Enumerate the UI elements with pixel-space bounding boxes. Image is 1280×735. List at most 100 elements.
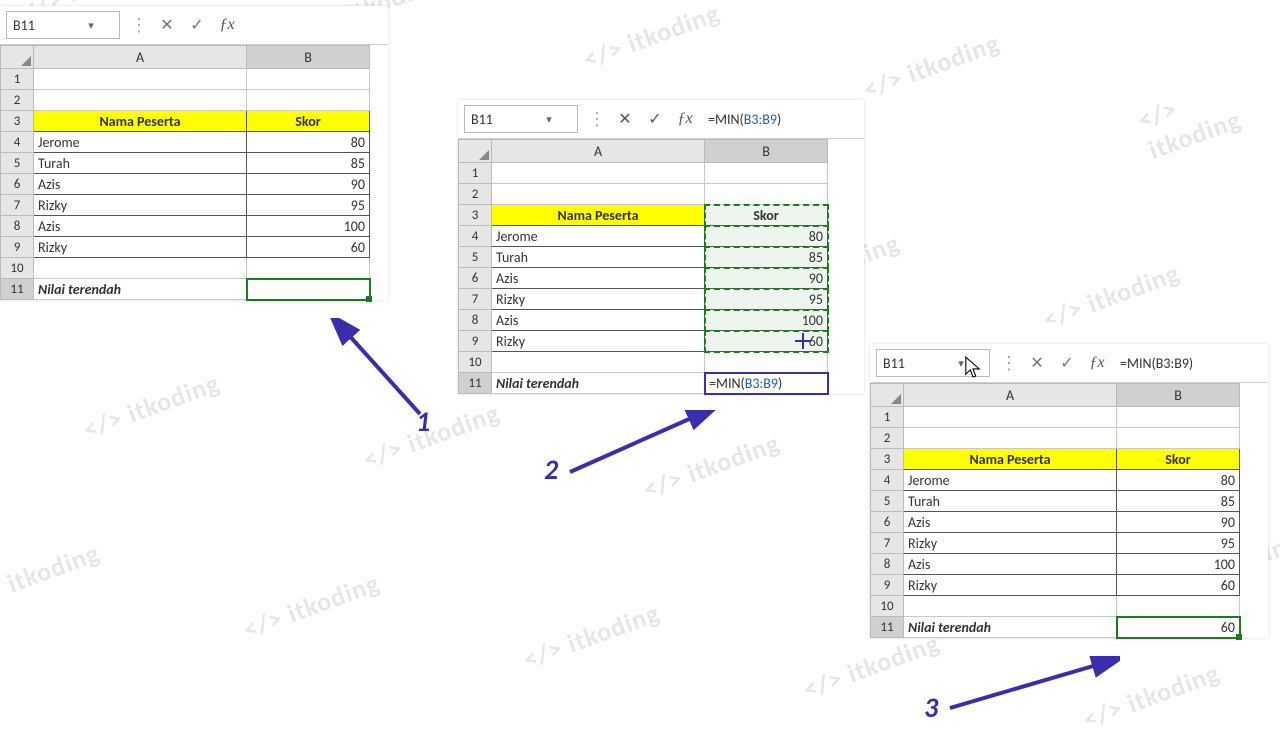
cell[interactable] <box>247 90 370 111</box>
result-label-cell[interactable]: Nilai terendah <box>904 617 1117 638</box>
cell[interactable]: Azis <box>492 310 705 331</box>
cell[interactable]: 90 <box>1117 512 1240 533</box>
cell[interactable]: 85 <box>1117 491 1240 512</box>
cell[interactable] <box>1117 428 1240 449</box>
cell[interactable]: 100 <box>705 310 828 331</box>
cancel-button[interactable]: ✕ <box>610 109 640 129</box>
row-header[interactable]: 3 <box>871 449 904 470</box>
cell[interactable]: Jerome <box>492 226 705 247</box>
cell[interactable]: 60 <box>247 237 370 258</box>
header-score-cell[interactable]: Skor <box>705 205 828 226</box>
select-all-corner[interactable] <box>871 384 904 407</box>
cell[interactable] <box>904 407 1117 428</box>
chevron-down-icon[interactable]: ▾ <box>63 19 119 32</box>
cell[interactable] <box>904 428 1117 449</box>
row-header[interactable]: 2 <box>871 428 904 449</box>
header-score-cell[interactable]: Skor <box>247 111 370 132</box>
name-box[interactable]: B11 ▾ <box>464 105 578 133</box>
col-header-B[interactable]: B <box>1117 384 1240 407</box>
col-header-A[interactable]: A <box>34 46 247 69</box>
cell[interactable]: 95 <box>1117 533 1240 554</box>
cell[interactable]: 90 <box>247 174 370 195</box>
formula-input[interactable]: =MIN(B3:B9) <box>1112 355 1268 372</box>
cell[interactable]: Azis <box>34 216 247 237</box>
cell[interactable]: Rizky <box>904 575 1117 596</box>
row-header[interactable]: 2 <box>459 184 492 205</box>
cell[interactable]: Rizky <box>492 289 705 310</box>
col-header-A[interactable]: A <box>904 384 1117 407</box>
row-header[interactable]: 9 <box>1 237 34 258</box>
fx-icon[interactable]: ƒx <box>1082 354 1112 372</box>
cell[interactable]: Turah <box>34 153 247 174</box>
cell[interactable]: 85 <box>247 153 370 174</box>
cell[interactable] <box>247 258 370 279</box>
cell[interactable]: 95 <box>247 195 370 216</box>
enter-button[interactable]: ✓ <box>640 109 670 129</box>
chevron-down-icon[interactable]: ▾ <box>521 113 577 126</box>
row-header[interactable]: 2 <box>1 90 34 111</box>
spreadsheet-grid[interactable]: A B 1 2 3Nama PesertaSkor 4Jerome80 5Tur… <box>458 139 828 394</box>
cell[interactable]: Azis <box>34 174 247 195</box>
cell[interactable] <box>1117 407 1240 428</box>
row-header[interactable]: 4 <box>871 470 904 491</box>
select-all-corner[interactable] <box>459 140 492 163</box>
col-header-B[interactable]: B <box>247 46 370 69</box>
cell[interactable] <box>34 90 247 111</box>
cell[interactable]: 80 <box>247 132 370 153</box>
row-header[interactable]: 9 <box>459 331 492 352</box>
row-header[interactable]: 6 <box>871 512 904 533</box>
col-header-B[interactable]: B <box>705 140 828 163</box>
cell[interactable]: Jerome <box>34 132 247 153</box>
active-cell[interactable] <box>247 279 370 300</box>
result-label-cell[interactable]: Nilai terendah <box>34 279 247 300</box>
row-header[interactable]: 1 <box>459 163 492 184</box>
result-label-cell[interactable]: Nilai terendah <box>492 373 705 394</box>
header-name-cell[interactable]: Nama Peserta <box>34 111 247 132</box>
cell[interactable]: 85 <box>705 247 828 268</box>
row-header[interactable]: 7 <box>459 289 492 310</box>
row-header[interactable]: 1 <box>871 407 904 428</box>
row-header[interactable]: 5 <box>1 153 34 174</box>
cell[interactable]: 80 <box>705 226 828 247</box>
name-box[interactable]: B11 ▾ <box>6 11 120 39</box>
row-header[interactable]: 5 <box>459 247 492 268</box>
cell[interactable]: Azis <box>904 512 1117 533</box>
header-name-cell[interactable]: Nama Peserta <box>492 205 705 226</box>
row-header[interactable]: 10 <box>459 352 492 373</box>
cell[interactable]: Jerome <box>904 470 1117 491</box>
spreadsheet-grid[interactable]: A B 1 2 3Nama PesertaSkor 4Jerome80 5Tur… <box>0 45 370 300</box>
cell[interactable] <box>492 352 705 373</box>
select-all-corner[interactable] <box>1 46 34 69</box>
result-value-cell[interactable]: 60 <box>1117 617 1240 638</box>
cell[interactable]: Azis <box>492 268 705 289</box>
cell[interactable]: 60 <box>705 331 828 352</box>
row-header[interactable]: 7 <box>871 533 904 554</box>
cell[interactable] <box>705 184 828 205</box>
row-header[interactable]: 9 <box>871 575 904 596</box>
cell[interactable]: 100 <box>247 216 370 237</box>
cell[interactable] <box>705 163 828 184</box>
spreadsheet-grid[interactable]: A B 1 2 3Nama PesertaSkor 4Jerome80 5Tur… <box>870 383 1240 638</box>
cell[interactable]: Azis <box>904 554 1117 575</box>
formula-input[interactable]: =MIN(B3:B9) <box>700 111 864 128</box>
cell[interactable]: Turah <box>904 491 1117 512</box>
header-name-cell[interactable]: Nama Peserta <box>904 449 1117 470</box>
cell[interactable] <box>705 352 828 373</box>
row-header[interactable]: 4 <box>1 132 34 153</box>
row-header[interactable]: 5 <box>871 491 904 512</box>
cell[interactable] <box>1117 596 1240 617</box>
active-cell-editing[interactable]: =MIN(B3:B9) <box>705 373 828 394</box>
row-header[interactable]: 4 <box>459 226 492 247</box>
row-header[interactable]: 3 <box>459 205 492 226</box>
row-header[interactable]: 11 <box>871 617 904 638</box>
row-header[interactable]: 8 <box>1 216 34 237</box>
row-header[interactable]: 8 <box>459 310 492 331</box>
header-score-cell[interactable]: Skor <box>1117 449 1240 470</box>
row-header[interactable]: 7 <box>1 195 34 216</box>
cell[interactable]: 95 <box>705 289 828 310</box>
row-header[interactable]: 1 <box>1 69 34 90</box>
row-header[interactable]: 11 <box>1 279 34 300</box>
cell[interactable]: 100 <box>1117 554 1240 575</box>
cell[interactable]: Rizky <box>34 195 247 216</box>
cell[interactable]: Rizky <box>34 237 247 258</box>
